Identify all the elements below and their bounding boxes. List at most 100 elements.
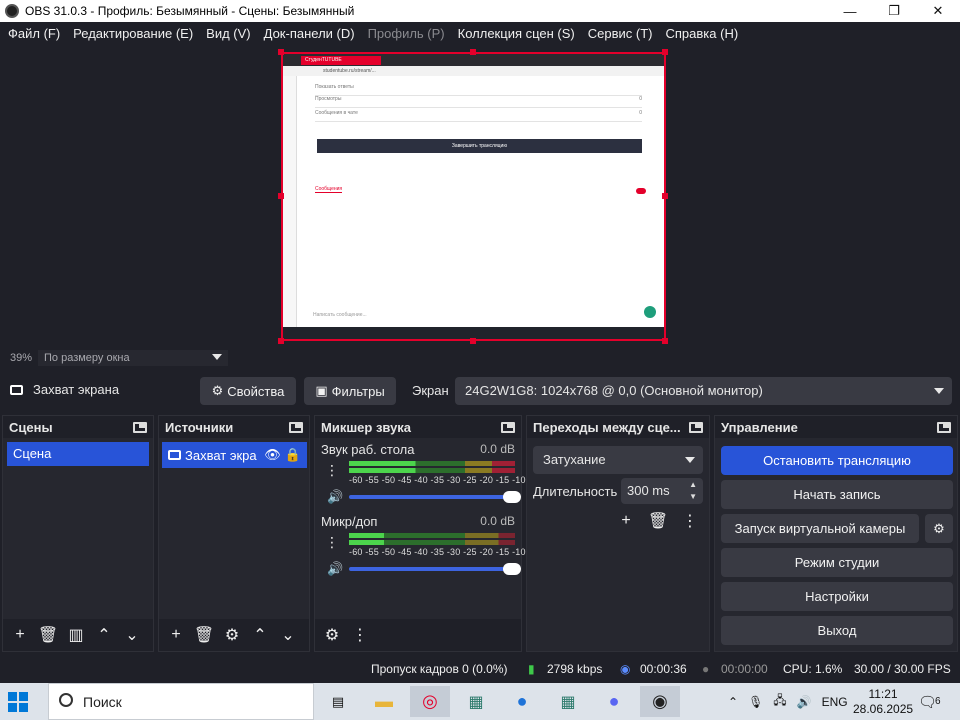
properties-button[interactable]: ⚙ Свойства bbox=[200, 377, 296, 405]
screen-capture-preview[interactable]: СтуденTUTUBE studentube.ru/stream/... По… bbox=[281, 52, 666, 341]
input-language[interactable]: ENG bbox=[822, 695, 848, 709]
volume-icon[interactable]: 🔊 bbox=[797, 695, 812, 709]
meter-bar bbox=[349, 533, 515, 538]
volume-slider-knob[interactable] bbox=[503, 491, 521, 503]
close-button[interactable]: ✕ bbox=[916, 3, 960, 19]
notification-center-icon[interactable]: 🗨 6 bbox=[918, 683, 941, 720]
volume-slider-knob[interactable] bbox=[503, 563, 521, 575]
discord-icon[interactable]: ● bbox=[594, 686, 634, 717]
zoom-mode-label: По размеру окна bbox=[44, 352, 130, 364]
chevron-down-icon bbox=[212, 354, 222, 360]
source-properties-button[interactable]: ⚙ bbox=[219, 622, 245, 648]
resize-handle[interactable] bbox=[278, 193, 284, 199]
resize-handle[interactable] bbox=[470, 338, 476, 344]
mixer-menu-icon[interactable]: ⋮ bbox=[347, 622, 373, 648]
resize-handle[interactable] bbox=[278, 49, 284, 55]
virtual-camera-button[interactable]: Запуск виртуальной камеры bbox=[721, 514, 919, 543]
undock-icon[interactable] bbox=[289, 421, 303, 433]
undock-icon[interactable] bbox=[133, 421, 147, 433]
taskbar-clock[interactable]: 11:21 28.06.2025 bbox=[853, 683, 913, 720]
maximize-button[interactable]: ❐ bbox=[872, 3, 916, 19]
meter-ticks: -60 -55 -50 -45 -40 -35 -30 -25 -20 -15 … bbox=[349, 475, 545, 485]
record-icon: ● bbox=[702, 662, 710, 676]
menu-view[interactable]: Вид (V) bbox=[202, 26, 254, 41]
chevron-down-icon[interactable]: ▼ bbox=[689, 492, 697, 501]
menu-edit[interactable]: Редактирование (E) bbox=[69, 26, 197, 41]
undock-icon[interactable] bbox=[689, 421, 703, 433]
volume-slider[interactable] bbox=[349, 563, 521, 575]
notification-count: 6 bbox=[935, 696, 941, 707]
chevron-up-icon[interactable]: ⌃ bbox=[728, 695, 738, 709]
remove-source-button[interactable]: 🗑 bbox=[191, 622, 217, 648]
eye-icon[interactable]: 👁 bbox=[264, 447, 281, 463]
resize-handle[interactable] bbox=[662, 338, 668, 344]
meter-bar bbox=[349, 468, 515, 473]
speaker-icon[interactable]: 🔊 bbox=[327, 561, 343, 577]
task-view-icon[interactable]: ▤ bbox=[318, 686, 358, 717]
source-context-bar: Захват экрана ⚙ Свойства ▣ Фильтры Экран… bbox=[0, 373, 960, 407]
channel-menu-icon[interactable]: ⋮ bbox=[325, 462, 339, 482]
mixer-title: Микшер звука bbox=[321, 419, 412, 435]
volume-slider[interactable] bbox=[349, 491, 521, 503]
exit-button[interactable]: Выход bbox=[721, 616, 953, 645]
scene-item[interactable]: Сцена bbox=[7, 442, 149, 466]
stop-stream-button[interactable]: Остановить трансляцию bbox=[721, 446, 953, 475]
menu-profile[interactable]: Профиль (P) bbox=[364, 26, 449, 41]
remove-scene-button[interactable]: 🗑 bbox=[35, 622, 61, 648]
zoom-mode-select[interactable]: По размеру окна bbox=[38, 350, 228, 366]
source-item[interactable]: Захват экра 👁 🔒 bbox=[162, 442, 307, 468]
chevron-up-icon[interactable]: ▲ bbox=[689, 480, 697, 489]
add-source-button[interactable]: + bbox=[163, 622, 189, 648]
network-icon[interactable]: 🖧 bbox=[773, 691, 786, 712]
resize-handle[interactable] bbox=[662, 193, 668, 199]
fps: 30.00 / 30.00 FPS bbox=[854, 662, 951, 676]
undock-icon[interactable] bbox=[937, 421, 951, 433]
app-window-icon[interactable]: ▦ bbox=[548, 686, 588, 717]
file-explorer-icon[interactable]: ▬ bbox=[364, 686, 404, 717]
blue-app-icon[interactable]: ● bbox=[502, 686, 542, 717]
move-up-button[interactable]: ⌃ bbox=[91, 622, 117, 648]
settings-button[interactable]: Настройки bbox=[721, 582, 953, 611]
menu-tools[interactable]: Сервис (T) bbox=[584, 26, 657, 41]
menu-file[interactable]: Файл (F) bbox=[4, 26, 64, 41]
obs-taskbar-icon[interactable]: ◉ bbox=[640, 686, 680, 717]
taskbar-search-label: Поиск bbox=[83, 694, 122, 710]
resize-handle[interactable] bbox=[470, 49, 476, 55]
advanced-audio-button[interactable]: ⚙ bbox=[319, 622, 345, 648]
sources-toolbar: + 🗑 ⚙ ⌃ ⌄ bbox=[159, 619, 309, 651]
undock-icon[interactable] bbox=[501, 421, 515, 433]
speaker-icon[interactable]: 🔊 bbox=[327, 489, 343, 505]
screen-select[interactable]: 24G2W1G8: 1024x768 @ 0,0 (Основной монит… bbox=[455, 377, 952, 405]
transition-menu-icon[interactable]: ⋮ bbox=[677, 508, 703, 534]
filters-button[interactable]: ▣ Фильтры bbox=[304, 377, 396, 405]
move-down-button[interactable]: ⌄ bbox=[119, 622, 145, 648]
preview-scrollbar[interactable] bbox=[942, 44, 960, 349]
scenes-dock-header: Сцены bbox=[3, 416, 153, 438]
add-transition-button[interactable]: + bbox=[613, 508, 639, 534]
taskbar-search[interactable]: Поиск bbox=[48, 683, 314, 720]
resize-handle[interactable] bbox=[278, 338, 284, 344]
virtual-camera-settings-button[interactable]: ⚙ bbox=[925, 514, 953, 543]
start-record-button[interactable]: Начать запись bbox=[721, 480, 953, 509]
move-up-button[interactable]: ⌃ bbox=[247, 622, 273, 648]
opera-browser-icon[interactable]: ◎ bbox=[410, 686, 450, 717]
minimize-button[interactable]: — bbox=[828, 4, 872, 19]
duration-spinbox[interactable]: 300 ms ▲ ▼ bbox=[621, 478, 703, 504]
add-scene-button[interactable]: + bbox=[7, 622, 33, 648]
transition-select[interactable]: Затухание bbox=[533, 446, 703, 474]
scenes-dock: Сцены Сцена + 🗑 ▥ ⌃ ⌄ bbox=[2, 415, 154, 652]
menu-docks[interactable]: Док-панели (D) bbox=[260, 26, 359, 41]
captured-messages-tab: Сообщения bbox=[315, 186, 343, 193]
microphone-icon[interactable]: 🎙 bbox=[748, 695, 763, 709]
menu-help[interactable]: Справка (H) bbox=[662, 26, 743, 41]
app-window-icon[interactable]: ▦ bbox=[456, 686, 496, 717]
windows-start-icon[interactable] bbox=[8, 692, 28, 712]
channel-menu-icon[interactable]: ⋮ bbox=[325, 534, 339, 554]
scene-filters-button[interactable]: ▥ bbox=[63, 622, 89, 648]
menu-scene-collection[interactable]: Коллекция сцен (S) bbox=[454, 26, 579, 41]
remove-transition-button[interactable]: 🗑 bbox=[645, 508, 671, 534]
studio-mode-button[interactable]: Режим студии bbox=[721, 548, 953, 577]
resize-handle[interactable] bbox=[662, 49, 668, 55]
lock-icon[interactable]: 🔒 bbox=[285, 447, 301, 463]
move-down-button[interactable]: ⌄ bbox=[275, 622, 301, 648]
